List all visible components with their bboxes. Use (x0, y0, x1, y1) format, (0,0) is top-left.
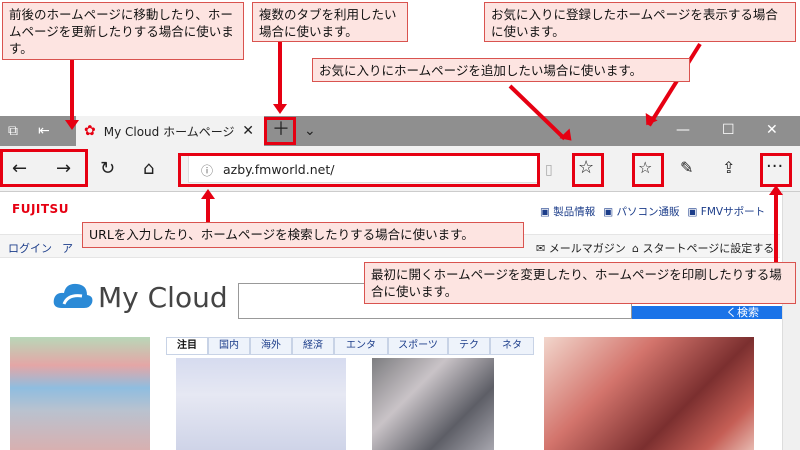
arrow-url-line (206, 198, 210, 222)
link-support[interactable]: ▣ FMVサポート (688, 204, 766, 219)
page-scrollbar[interactable] (782, 192, 800, 450)
highlight-address-bar (178, 153, 540, 187)
arrow-favorites-show-line (647, 42, 702, 127)
tab-manager-icon[interactable]: ⧉ (8, 121, 18, 141)
mycloud-cloud-icon (53, 283, 93, 308)
news-tab-sports[interactable]: スポーツ (388, 337, 448, 355)
maximize-icon[interactable]: ☐ (722, 120, 735, 140)
callout-more: 最初に開くホームページを変更したり、ホームページを印刷したりする場合に使います。 (364, 262, 796, 304)
share-icon[interactable]: ⇪ (722, 158, 735, 178)
news-tab-economy[interactable]: 経済 (292, 337, 334, 355)
startpage-link[interactable]: ⌂ スタートページに設定する (632, 240, 774, 256)
web-note-pen-icon[interactable]: ✎ (680, 158, 693, 178)
news-tab-world[interactable]: 海外 (250, 337, 292, 355)
news-tab-tech[interactable]: テク (448, 337, 490, 355)
top-links: ▣ 製品情報 ▣ パソコン通販 ▣ FMVサポート (540, 204, 765, 219)
arrow-more-head (769, 185, 783, 195)
news-tab-entertainment[interactable]: エンタ (334, 337, 388, 355)
reading-view-icon[interactable]: ▯ (545, 160, 553, 180)
mycloud-logo-text: My Cloud (98, 281, 228, 314)
highlight-new-tab (264, 117, 296, 145)
arrow-more-line (774, 194, 778, 262)
site-search-button[interactable] (632, 306, 726, 319)
mosaic-image-left (10, 337, 150, 450)
mosaic-news-photo (372, 358, 494, 450)
link-shop[interactable]: ▣ パソコン通販 (603, 204, 679, 219)
callout-favorites-add: お気に入りにホームページを追加したい場合に使います。 (312, 58, 690, 82)
highlight-more (760, 153, 792, 187)
minimize-icon[interactable]: — (676, 120, 690, 140)
mosaic-news-list (176, 358, 346, 450)
newsletter-link[interactable]: ✉ メールマガジン (536, 240, 626, 256)
callout-url: URLを入力したり、ホームページを検索したりする場合に使います。 (82, 222, 524, 248)
set-aside-tabs-icon[interactable]: ⇤ (38, 121, 50, 141)
favicon-icon: ✿ (84, 123, 96, 139)
arrow-tabs-head (273, 104, 287, 114)
callout-navigation: 前後のホームページに移動したり、ホームページを更新したりする場合に使います。 (2, 2, 244, 60)
arrow-nav-line (70, 60, 74, 122)
home-icon[interactable]: ⌂ (143, 159, 154, 179)
search-button-label: く検索 (726, 306, 782, 319)
news-tab-neta[interactable]: ネタ (490, 337, 534, 355)
callout-favorites-show: お気に入りに登録したホームページを表示する場合に使います。 (484, 2, 796, 42)
nav-stub-link[interactable]: ア (62, 240, 73, 256)
highlight-add-favorite (572, 153, 604, 187)
tab-title: My Cloud ホームページ (103, 124, 235, 139)
login-link[interactable]: ログイン (8, 240, 52, 256)
link-products[interactable]: ▣ 製品情報 (540, 204, 595, 219)
browser-tab[interactable]: ✿ My Cloud ホームページ ✕ (76, 116, 264, 146)
mosaic-image-right (544, 337, 754, 450)
close-tab-icon[interactable]: ✕ (242, 123, 254, 139)
news-tab-featured[interactable]: 注目 (166, 337, 208, 355)
callout-tabs: 複数のタブを利用したい場合に使います。 (252, 2, 408, 42)
arrow-tabs-line (278, 42, 282, 106)
arrow-nav-head (65, 120, 79, 130)
tab-list-chevron-icon[interactable]: ⌄ (304, 121, 316, 141)
highlight-nav-buttons (0, 149, 88, 187)
news-tab-domestic[interactable]: 国内 (208, 337, 250, 355)
refresh-icon[interactable]: ↻ (100, 159, 115, 179)
highlight-favorites-hub (632, 153, 664, 187)
fujitsu-logo: FUJITSU (12, 202, 69, 216)
arrow-url-head (201, 189, 215, 199)
close-window-icon[interactable]: ✕ (766, 120, 778, 140)
